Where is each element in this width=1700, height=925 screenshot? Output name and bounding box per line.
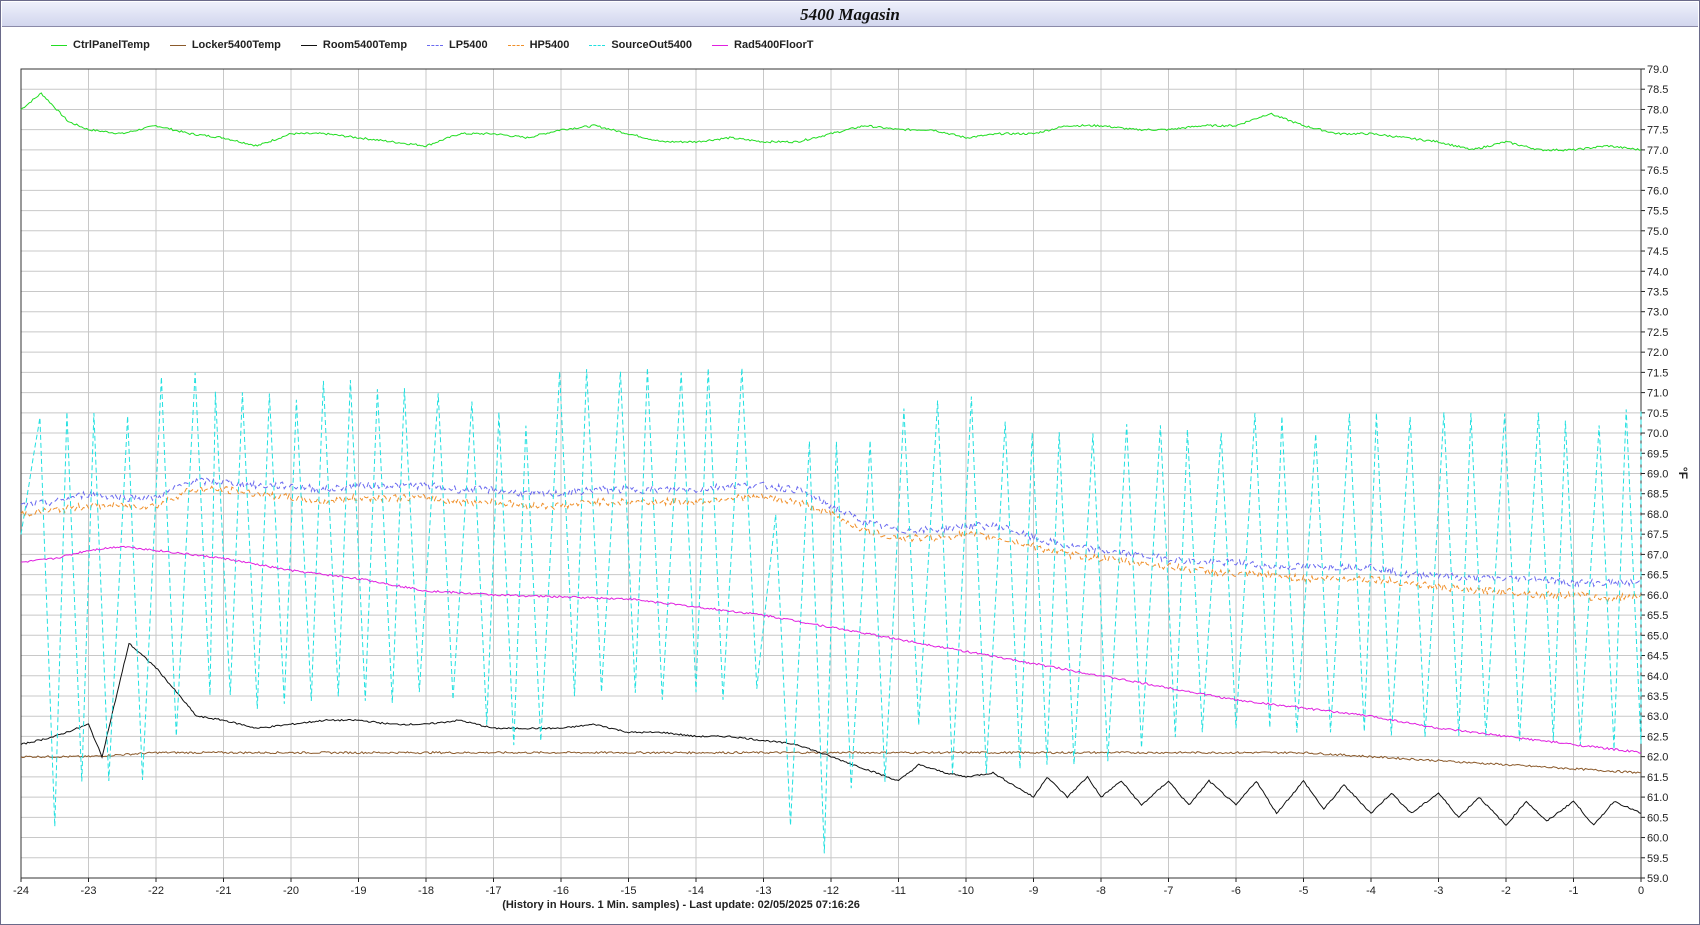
y-tick-label: 76.0 [1647, 185, 1668, 197]
y-tick-label: 78.5 [1647, 84, 1668, 96]
x-tick-label: -1 [1569, 885, 1579, 896]
y-tick-label: 74.5 [1647, 246, 1668, 258]
y-tick-label: 71.0 [1647, 388, 1668, 400]
y-tick-label: 68.5 [1647, 489, 1668, 501]
y-tick-label: 68.0 [1647, 509, 1668, 521]
x-tick-label: -19 [351, 885, 367, 896]
x-tick-label: -24 [13, 885, 29, 896]
y-tick-label: 72.5 [1647, 327, 1668, 339]
x-tick-label: -7 [1164, 885, 1174, 896]
x-tick-label: -20 [283, 885, 299, 896]
y-tick-label: 72.0 [1647, 347, 1668, 359]
y-tick-label: 70.0 [1647, 428, 1668, 440]
x-tick-label: -8 [1096, 885, 1106, 896]
x-tick-label: -14 [688, 885, 704, 896]
y-tick-label: 76.5 [1647, 165, 1668, 177]
x-tick-label: 0 [1638, 885, 1644, 896]
x-tick-label: -11 [891, 885, 906, 896]
x-tick-label: -10 [958, 885, 974, 896]
x-axis-caption: (History in Hours. 1 Min. samples) - Las… [502, 899, 860, 911]
x-tick-label: -2 [1501, 885, 1511, 896]
y-tick-label: 64.5 [1647, 651, 1668, 663]
y-tick-label: 79.0 [1647, 64, 1668, 76]
y-tick-label: 60.0 [1647, 833, 1668, 845]
x-tick-label: -17 [486, 885, 502, 896]
x-tick-label: -4 [1366, 885, 1376, 896]
y-tick-label: 67.0 [1647, 549, 1668, 561]
chart-plot: 59.0 59.5 60.0 60.5 61.0 61.5 62.0 62.5 63.0 63.5… [13, 64, 1690, 896]
y-tick-label: 66.5 [1647, 570, 1668, 582]
y-tick-label: 71.5 [1647, 367, 1668, 379]
y-tick-label: 75.5 [1647, 206, 1668, 218]
y-tick-label: 66.0 [1647, 590, 1668, 602]
y-tick-label: 73.0 [1647, 307, 1668, 319]
y-tick-label: 59.0 [1647, 873, 1668, 885]
y-tick-label: 74.0 [1647, 266, 1668, 278]
y-tick-label: 75.0 [1647, 226, 1668, 238]
x-tick-label: -3 [1434, 885, 1444, 896]
x-tick-label: -13 [756, 885, 772, 896]
y-tick-label: 78.0 [1647, 104, 1668, 116]
y-tick-label: 63.5 [1647, 691, 1668, 703]
x-tick-label: -9 [1029, 885, 1039, 896]
y-tick-label: 69.0 [1647, 469, 1668, 481]
y-tick-label: 67.5 [1647, 529, 1668, 541]
y-axis-label: °F [1676, 467, 1690, 479]
y-tick-label: 60.5 [1647, 812, 1668, 824]
y-tick-label: 69.5 [1647, 448, 1668, 460]
y-tick-label: 63.0 [1647, 711, 1668, 723]
chart-window: 5400 Magasin CtrlPanelTemp Locker5400Temp… [0, 0, 1700, 925]
y-tick-label: 65.5 [1647, 610, 1668, 622]
x-tick-label: -15 [621, 885, 637, 896]
y-tick-label: 70.5 [1647, 408, 1668, 420]
y-tick-label: 61.5 [1647, 772, 1668, 784]
y-tick-label: 64.0 [1647, 671, 1668, 683]
x-tick-label: -23 [81, 885, 97, 896]
x-tick-label: -22 [148, 885, 164, 896]
y-tick-label: 59.5 [1647, 853, 1668, 865]
x-tick-label: -6 [1231, 885, 1241, 896]
y-tick-label: 61.0 [1647, 792, 1668, 804]
y-tick-label: 62.5 [1647, 731, 1668, 743]
y-tick-label: 77.5 [1647, 125, 1668, 137]
y-tick-label: 73.5 [1647, 286, 1668, 298]
x-tick-label: -21 [216, 885, 232, 896]
x-tick-label: -18 [418, 885, 434, 896]
x-tick-label: -12 [823, 885, 839, 896]
x-tick-label: -5 [1299, 885, 1309, 896]
y-tick-label: 77.0 [1647, 145, 1668, 157]
x-tick-label: -16 [553, 885, 569, 896]
y-tick-label: 62.0 [1647, 752, 1668, 764]
y-tick-label: 65.0 [1647, 630, 1668, 642]
